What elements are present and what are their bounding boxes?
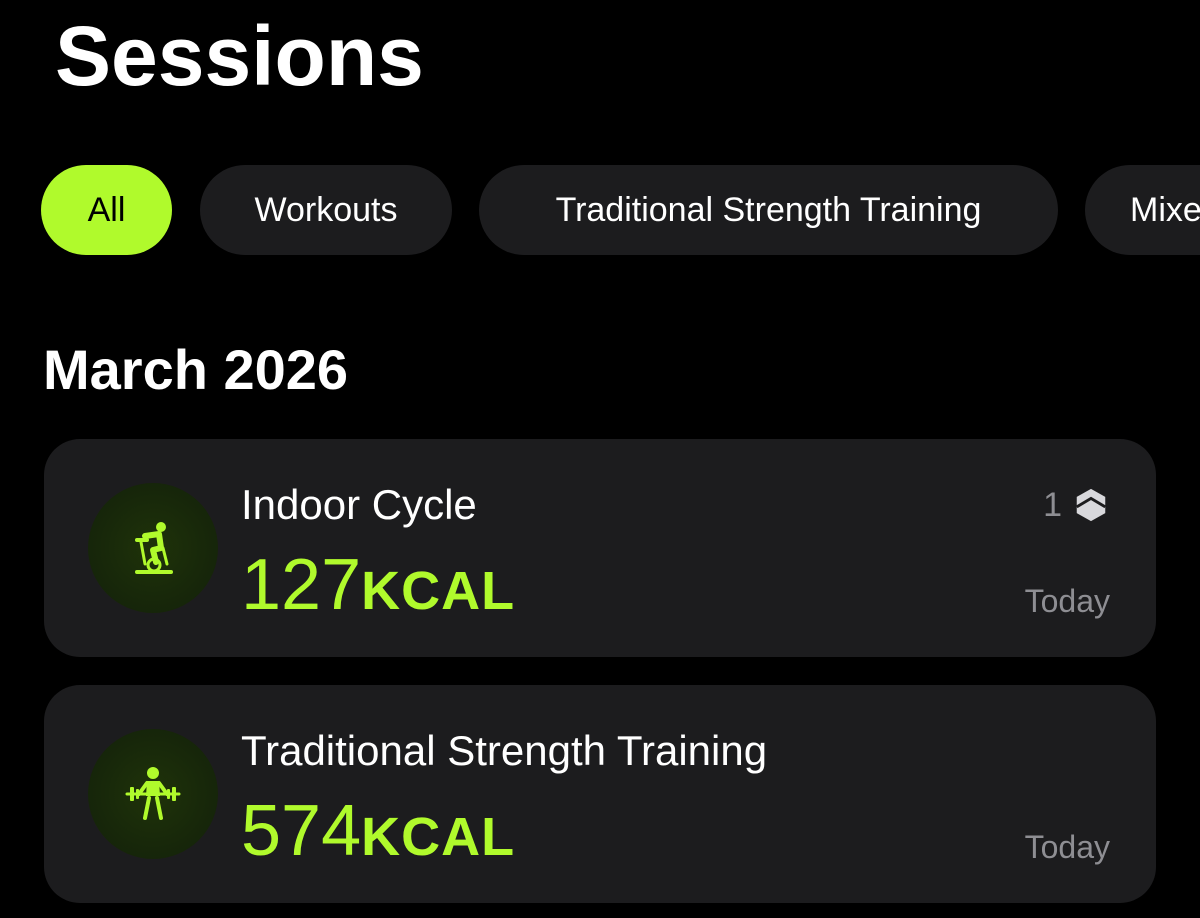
calorie-unit: KCAL [361, 561, 516, 621]
calorie-number: 127 [241, 545, 362, 625]
calorie-unit: KCAL [361, 807, 516, 867]
filter-chip-traditional-strength-training[interactable]: Traditional Strength Training [479, 165, 1058, 255]
session-date: Today [1024, 829, 1110, 865]
calorie-number: 574 [241, 791, 362, 871]
session-date: Today [1024, 583, 1110, 619]
indoor-cycle-icon [135, 522, 173, 574]
hexagon-badge-icon [1076, 488, 1106, 522]
session-title: Traditional Strength Training [241, 727, 768, 774]
filter-chips: All Workouts Traditional Strength Traini… [41, 165, 1200, 255]
session-title: Indoor Cycle [241, 481, 477, 528]
section-heading: March 2026 [43, 338, 349, 401]
page-title: Sessions [55, 9, 424, 103]
filter-chip-workouts[interactable]: Workouts [200, 165, 452, 255]
badge-count: 1 [1043, 485, 1062, 524]
filter-chip-all[interactable]: All [41, 165, 172, 255]
strength-training-icon [125, 767, 181, 820]
sessions-screen: Sessions All Workouts Traditional Streng… [0, 0, 1200, 918]
calorie-value: 574KCAL [241, 791, 515, 891]
filter-chip-mixed-cardio[interactable]: Mixed Cardio [1085, 165, 1200, 255]
activity-icon-circle [88, 729, 218, 859]
session-card-traditional-strength-training[interactable]: Traditional Strength Training 574KCAL To… [44, 685, 1156, 903]
session-card-indoor-cycle[interactable]: Indoor Cycle 127KCAL 1 Today [44, 439, 1156, 657]
session-badge: 1 [1043, 485, 1110, 525]
activity-icon-circle [88, 483, 218, 613]
calorie-value: 127KCAL [241, 545, 515, 645]
